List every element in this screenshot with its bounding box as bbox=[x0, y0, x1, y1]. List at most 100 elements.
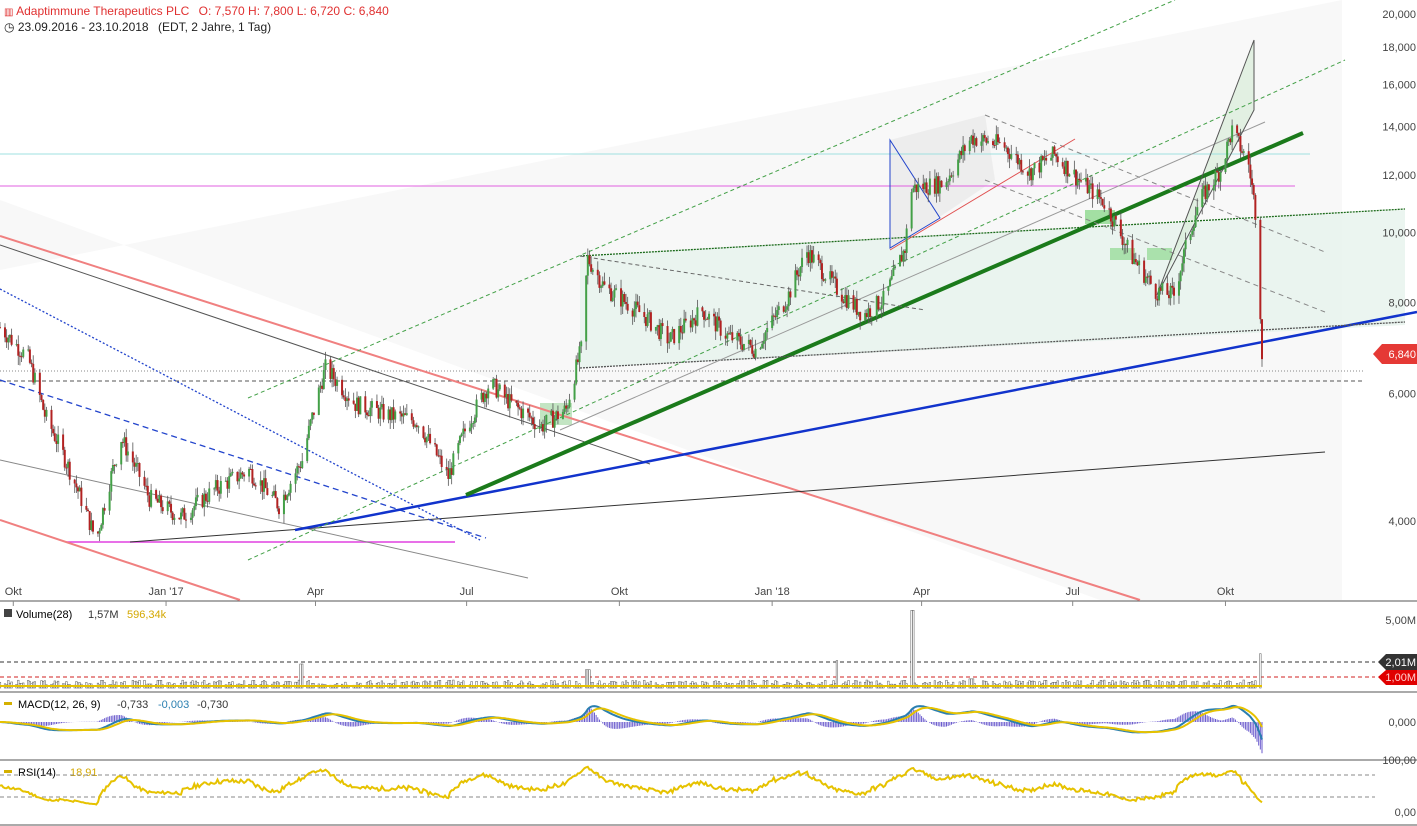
volume-bar bbox=[115, 681, 118, 689]
candle-body bbox=[625, 302, 628, 304]
candle-body bbox=[1119, 219, 1122, 237]
volume-bar bbox=[678, 681, 681, 689]
macd-axis-tick: 0,000 bbox=[1388, 717, 1416, 729]
candle-body bbox=[0, 327, 1, 329]
candle-body bbox=[253, 483, 256, 486]
candle-body bbox=[1216, 170, 1219, 173]
volume-bar bbox=[216, 681, 219, 689]
macd-icon bbox=[4, 702, 12, 705]
candle-body bbox=[1080, 180, 1083, 182]
candle-body bbox=[271, 494, 274, 496]
volume-axis-tick: 5,00M bbox=[1385, 615, 1416, 627]
candle-body bbox=[1251, 178, 1254, 185]
candle-body bbox=[561, 411, 564, 420]
candle-body bbox=[703, 311, 706, 320]
candle-body bbox=[754, 348, 757, 358]
candle-body bbox=[887, 286, 890, 291]
stock-chart[interactable]: 20,000 18,000 16,000 14,000 12,000 10,000 8,00… bbox=[0, 0, 1417, 826]
candle-body bbox=[1201, 189, 1204, 208]
candle-body bbox=[683, 318, 686, 333]
rsi-line bbox=[0, 765, 1263, 806]
time-tick-label: Okt bbox=[5, 586, 22, 598]
candle-body bbox=[87, 509, 90, 512]
candle-body bbox=[463, 428, 466, 432]
candle-body bbox=[749, 339, 752, 346]
volume-bar bbox=[797, 681, 800, 689]
candle-body bbox=[532, 417, 535, 424]
candle-body bbox=[213, 488, 216, 490]
volume-bar bbox=[749, 681, 752, 689]
rsi-axis-top: 100,00 bbox=[1382, 755, 1416, 767]
candle-body bbox=[643, 312, 646, 317]
candle-body bbox=[928, 178, 931, 195]
candle-body bbox=[993, 144, 996, 146]
volume-bar bbox=[844, 681, 847, 689]
candle-body bbox=[789, 291, 792, 298]
candle-body bbox=[801, 257, 804, 268]
candle-body bbox=[53, 433, 56, 441]
candle-body bbox=[996, 134, 999, 143]
candle-body bbox=[824, 279, 827, 281]
candle-body bbox=[85, 505, 88, 510]
candle-body bbox=[1196, 207, 1199, 216]
candle-body bbox=[771, 315, 774, 328]
candle-body bbox=[515, 400, 518, 403]
candle-body bbox=[248, 468, 251, 477]
price-tick-label: 16,000 bbox=[1382, 79, 1416, 91]
candle-body bbox=[568, 399, 571, 408]
candle-body bbox=[347, 398, 350, 401]
volume-bar bbox=[65, 681, 68, 689]
candle-body bbox=[925, 182, 928, 194]
candle-body bbox=[890, 276, 893, 280]
candle-body bbox=[231, 471, 234, 474]
candle-body bbox=[274, 491, 277, 499]
volume-bar bbox=[1033, 681, 1036, 689]
candle-body bbox=[889, 279, 892, 287]
candle-body bbox=[910, 191, 913, 229]
candle-body bbox=[1088, 185, 1091, 194]
candle-body bbox=[638, 305, 641, 313]
candle-body bbox=[143, 476, 146, 486]
candle-body bbox=[527, 408, 530, 413]
candle-body bbox=[1091, 183, 1094, 200]
candle-body bbox=[1237, 133, 1240, 136]
macd-panel: MACD(12, 26, 9) -0,733 -0,003 -0,730 0,0… bbox=[0, 699, 1416, 754]
candle-body bbox=[243, 474, 246, 477]
volume-bar bbox=[75, 681, 78, 689]
candle-body bbox=[38, 372, 41, 396]
macd-title: MACD(12, 26, 9) bbox=[18, 699, 101, 711]
volume-bar bbox=[231, 681, 234, 689]
candle-body bbox=[646, 314, 649, 326]
volume-bar bbox=[284, 681, 287, 689]
candle-body bbox=[173, 517, 176, 520]
candle-body bbox=[429, 433, 432, 444]
candle-body bbox=[578, 346, 581, 363]
candle-body bbox=[324, 359, 327, 371]
candle-body bbox=[538, 426, 541, 429]
candle-body bbox=[573, 383, 576, 400]
candle-body bbox=[615, 288, 618, 290]
candle-body bbox=[342, 395, 345, 398]
volume-bar bbox=[870, 681, 873, 689]
volume-bar bbox=[712, 681, 716, 689]
candle-body bbox=[317, 387, 320, 415]
candle-body bbox=[155, 490, 158, 499]
candle-body bbox=[713, 313, 716, 317]
candle-body bbox=[296, 466, 299, 474]
candle-body bbox=[1239, 135, 1242, 152]
candle-body bbox=[1099, 197, 1102, 199]
volume-bar bbox=[575, 681, 578, 689]
volume-marker-label-1: 2,01M bbox=[1385, 657, 1416, 669]
candle-body bbox=[179, 512, 182, 520]
volume-bar bbox=[1181, 681, 1184, 689]
candle-body bbox=[1192, 227, 1195, 231]
candle-body bbox=[168, 501, 171, 504]
macd-legend-2: -0,003 bbox=[158, 699, 189, 711]
candle-body bbox=[382, 404, 385, 420]
candle-body bbox=[457, 443, 460, 454]
candle-body bbox=[812, 254, 815, 263]
volume-bar bbox=[480, 681, 483, 689]
candle-body bbox=[742, 343, 745, 350]
volume-bar bbox=[482, 681, 485, 689]
candle-body bbox=[1191, 230, 1194, 235]
